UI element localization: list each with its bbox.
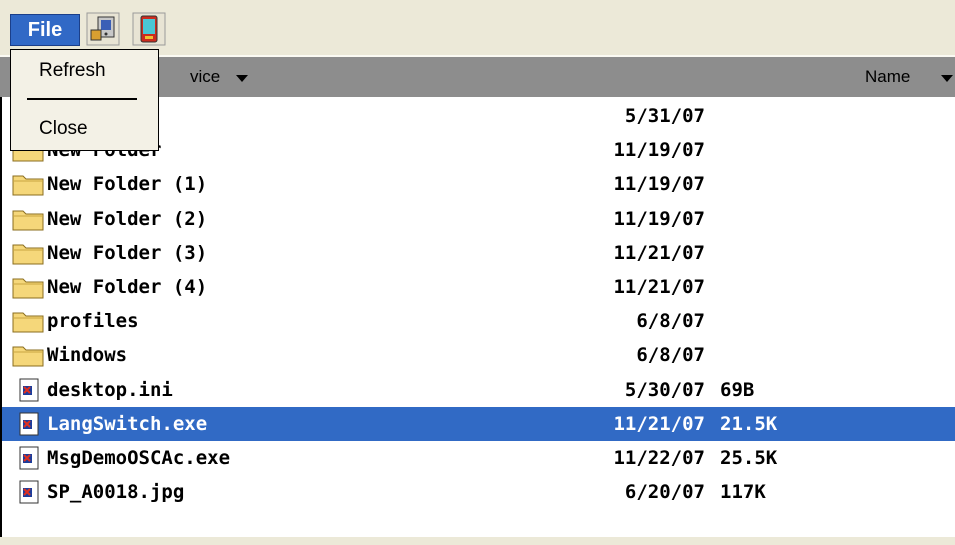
status-bar bbox=[0, 537, 955, 545]
menu-item-close[interactable]: Close bbox=[39, 118, 88, 140]
file-date: 11/22/07 bbox=[613, 447, 705, 469]
folder-icon bbox=[12, 241, 44, 265]
file-name: LangSwitch.exe bbox=[47, 412, 208, 435]
file-name: MsgDemoOSCAc.exe bbox=[47, 447, 231, 469]
file-size: 25.5K bbox=[720, 447, 778, 469]
file-name: New Folder (3) bbox=[47, 241, 208, 264]
file-size: 21.5K bbox=[720, 412, 778, 435]
file-name: desktop.ini bbox=[47, 378, 173, 401]
device-column-header[interactable]: vice bbox=[190, 67, 220, 87]
file-name: profiles bbox=[47, 310, 139, 333]
sort-dropdown-caret-icon[interactable] bbox=[941, 75, 953, 82]
file-row[interactable]: New Folder (4) 11/21/07 bbox=[2, 270, 955, 304]
toolbar: File bbox=[0, 0, 955, 55]
file-icon bbox=[12, 480, 44, 504]
file-row[interactable]: New Folder (3) 11/21/07 bbox=[2, 236, 955, 270]
file-name: New Folder (2) bbox=[47, 207, 208, 230]
file-size: 117K bbox=[720, 481, 766, 504]
folder-icon bbox=[12, 172, 44, 196]
sort-name-header[interactable]: Name bbox=[865, 67, 910, 87]
file-row[interactable]: New Folder (2) 11/19/07 bbox=[2, 202, 955, 236]
folder-icon bbox=[12, 275, 44, 299]
file-name: Windows bbox=[47, 344, 128, 367]
file-row[interactable]: profiles 6/8/07 bbox=[2, 304, 955, 338]
file-row[interactable]: Windows 6/8/07 bbox=[2, 338, 955, 372]
file-size: 69B bbox=[720, 378, 755, 401]
file-row[interactable]: MsgDemoOSCAc.exe 11/22/07 25.5K bbox=[2, 441, 955, 475]
file-row[interactable]: New Folder (1) 11/19/07 bbox=[2, 167, 955, 201]
folder-icon bbox=[12, 309, 44, 333]
file-menu-button[interactable]: File bbox=[10, 14, 80, 46]
file-icon bbox=[12, 412, 44, 436]
menu-item-refresh[interactable]: Refresh bbox=[39, 60, 106, 82]
device-icon[interactable] bbox=[86, 12, 120, 46]
file-date: 6/8/07 bbox=[636, 310, 705, 333]
file-date: 5/31/07 bbox=[624, 105, 705, 127]
file-row[interactable]: LangSwitch.exe 11/21/07 21.5K bbox=[2, 406, 955, 441]
file-date: 11/19/07 bbox=[613, 207, 705, 230]
folder-icon bbox=[12, 207, 44, 231]
file-row[interactable]: desktop.ini 5/30/07 69B bbox=[2, 373, 955, 407]
file-icon bbox=[12, 378, 44, 402]
device-dropdown-caret-icon[interactable] bbox=[236, 75, 248, 82]
file-name: SP_A0018.jpg bbox=[47, 481, 185, 504]
file-date: 6/8/07 bbox=[636, 344, 705, 367]
pda-icon[interactable] bbox=[132, 12, 166, 46]
file-date: 11/19/07 bbox=[613, 173, 705, 196]
file-date: 11/19/07 bbox=[613, 139, 705, 162]
folder-icon bbox=[12, 343, 44, 367]
file-date: 5/30/07 bbox=[624, 378, 705, 401]
file-row[interactable]: SP_A0018.jpg 6/20/07 117K bbox=[2, 475, 955, 509]
file-name: New Folder (4) bbox=[47, 276, 208, 298]
file-name: New Folder (1) bbox=[47, 173, 208, 196]
file-date: 11/21/07 bbox=[613, 276, 705, 298]
menu-separator bbox=[27, 98, 137, 100]
file-date: 11/21/07 bbox=[613, 412, 705, 435]
file-dropdown-menu: Refresh Close bbox=[10, 49, 159, 151]
file-icon bbox=[12, 446, 44, 470]
file-date: 11/21/07 bbox=[613, 241, 705, 264]
file-date: 6/20/07 bbox=[624, 481, 705, 504]
file-list[interactable]: _Outbox5/31/07New Folder11/19/07New Fold… bbox=[0, 97, 955, 545]
